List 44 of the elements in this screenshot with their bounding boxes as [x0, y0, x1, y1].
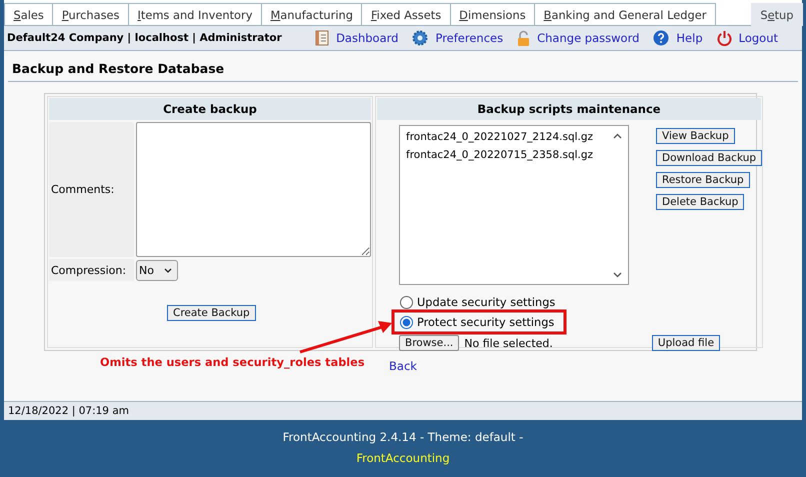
annotation-text: Omits the users and security_roles tables — [100, 356, 365, 369]
menu-tab[interactable]: Banking and General Ledger — [534, 3, 716, 25]
create-backup-button[interactable]: Create Backup — [167, 305, 256, 321]
header-link[interactable]: Change password — [537, 31, 640, 45]
option-label: Protect security settings — [417, 316, 554, 329]
backup-file-item[interactable]: frontac24_0_20221027_2124.sql.gz — [406, 128, 622, 146]
padlock-icon — [517, 30, 530, 46]
page-title: Backup and Restore Database — [8, 51, 798, 82]
header-link[interactable]: Preferences — [435, 31, 504, 45]
back-link[interactable]: Back — [389, 359, 417, 373]
menu-tab[interactable]: Setup — [750, 3, 803, 26]
backup-action-button[interactable]: Download Backup — [656, 150, 762, 166]
chevron-icon — [164, 268, 172, 274]
company-info: Default24 Company | localhost | Administrator — [7, 32, 282, 44]
version-text: FrontAccounting 2.4.14 - Theme: default - — [282, 430, 524, 444]
backup-action-button[interactable]: View Backup — [656, 128, 735, 144]
menu-tab[interactable]: Sales — [4, 3, 54, 25]
field-label: Compression: — [49, 259, 134, 281]
status-bar: 12/18/2022 | 07:19 am — [4, 401, 802, 420]
upload-button[interactable]: Upload file — [652, 335, 720, 351]
radio-button[interactable] — [400, 296, 413, 309]
footer-link[interactable]: FrontAccounting — [356, 451, 450, 465]
help-icon — [653, 30, 670, 46]
backup-action-button[interactable]: Delete Backup — [656, 194, 744, 210]
backup-file-list[interactable]: frontac24_0_20221027_2124.sql.gz frontac24_0_20220715_2358.sql.gz — [399, 125, 629, 285]
settings-icon — [412, 30, 428, 46]
notebook-icon — [315, 30, 330, 46]
backup-file-item[interactable]: frontac24_0_20220715_2358.sql.gz — [406, 146, 622, 164]
power-icon — [716, 30, 732, 46]
section-heading: Backup scripts maintenance — [377, 98, 762, 120]
header-link[interactable]: Dashboard — [336, 31, 398, 45]
comments-field[interactable] — [136, 122, 371, 257]
radio-button[interactable] — [400, 316, 413, 329]
browse-button[interactable]: Browse... — [399, 335, 460, 351]
compression-dropdown[interactable]: No — [136, 260, 178, 281]
scroll-down-icon — [613, 272, 622, 278]
backup-action-button[interactable]: Restore Backup — [656, 172, 750, 188]
field-label: Comments: — [49, 122, 134, 257]
scroll-up-icon — [613, 133, 622, 139]
option-label: Update security settings — [417, 296, 556, 309]
header-link[interactable]: Logout — [738, 31, 778, 45]
header-link[interactable]: Help — [676, 31, 703, 45]
file-status: No file selected. — [464, 336, 553, 350]
section-heading: Create backup — [49, 98, 371, 120]
